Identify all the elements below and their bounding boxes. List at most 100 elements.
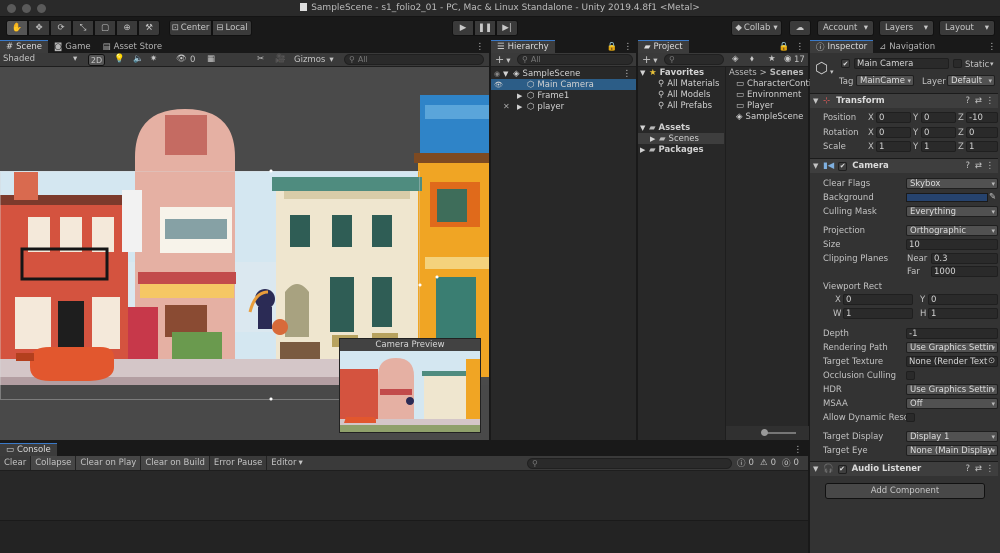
viewport-x-field[interactable]: 0 <box>843 294 913 305</box>
help-icon[interactable]: ? <box>965 161 970 171</box>
tab-project[interactable]: ▰ Project <box>638 40 689 53</box>
favorite-item[interactable]: ⚲ All Materials <box>638 78 724 89</box>
rotation-y-field[interactable]: 0 <box>921 127 956 138</box>
rect-tool-button[interactable]: ▢ <box>94 20 116 36</box>
transform-tool-button[interactable]: ⊕ <box>116 20 138 36</box>
console-clear-button[interactable]: Clear <box>0 456 32 470</box>
create-dropdown[interactable]: + ▾ <box>642 53 658 66</box>
hdr-dropdown[interactable]: Use Graphics Settin <box>906 384 998 395</box>
layout-dropdown[interactable]: Layout ▾ <box>939 20 995 36</box>
favorite-item[interactable]: ⚲ All Models <box>638 89 724 100</box>
panel-menu-icon[interactable]: ⋮ <box>988 40 997 53</box>
target-display-dropdown[interactable]: Display 1 <box>906 431 998 442</box>
create-dropdown[interactable]: + ▾ <box>495 53 511 66</box>
hidden-packages-icon[interactable]: ◉ <box>784 54 791 64</box>
error-icon[interactable]: ⓪ <box>782 457 791 469</box>
lock-icon[interactable]: 🔒 <box>779 40 790 53</box>
panel-menu-icon[interactable]: ⋮ <box>794 443 803 456</box>
tab-scene[interactable]: # Scene <box>0 40 49 53</box>
hierarchy-search-input[interactable]: ⚲ All <box>517 54 633 65</box>
console-clear-on-build-button[interactable]: Clear on Build <box>141 456 210 470</box>
custom-tool-button[interactable]: ⚒ <box>138 20 160 36</box>
object-picker-icon[interactable]: ⊙ <box>988 356 995 366</box>
hierarchy-item-main-camera[interactable]: 👁 ⬡ Main Camera <box>491 79 636 90</box>
file-item[interactable]: ◈ SampleScene <box>726 111 808 122</box>
hierarchy-item-player[interactable]: ✕ ▶ ⬡ player <box>491 101 636 112</box>
project-search-input[interactable]: ⚲ <box>664 54 724 65</box>
tab-console[interactable]: ▭ Console <box>0 443 57 456</box>
layer-dropdown[interactable]: Default <box>947 75 995 86</box>
viewport-w-field[interactable]: 1 <box>843 308 913 319</box>
info-icon[interactable]: ⓘ <box>737 457 746 469</box>
chevron-down-icon[interactable]: ▼ <box>503 70 513 78</box>
lock-icon[interactable]: 🔒 <box>607 40 618 53</box>
pause-button[interactable]: ❚❚ <box>474 20 496 36</box>
position-x-field[interactable]: 0 <box>876 112 911 123</box>
console-search-input[interactable]: ⚲ <box>527 458 732 469</box>
rotation-z-field[interactable]: 0 <box>966 127 998 138</box>
console-error-pause-button[interactable]: Error Pause <box>210 456 268 470</box>
slider-handle[interactable] <box>761 429 768 436</box>
favorite-item[interactable]: ⚲ All Prefabs <box>638 100 724 111</box>
audio-icon[interactable]: 🔈 <box>133 54 144 64</box>
occlusion-culling-checkbox[interactable] <box>906 371 915 380</box>
object-name-field[interactable]: Main Camera <box>854 58 949 69</box>
tag-dropdown[interactable]: MainCame <box>856 75 914 86</box>
warning-icon[interactable]: ⚠ <box>760 458 768 468</box>
audio-listener-header[interactable]: ▼ 🎧 ✔ Audio Listener ? ⇄ ⋮ <box>810 461 998 476</box>
scene-viewport[interactable]: Camera Preview <box>0 67 489 440</box>
presets-icon[interactable]: ⇄ <box>975 96 982 106</box>
audio-listener-enabled-checkbox[interactable]: ✔ <box>837 464 847 474</box>
tab-hierarchy[interactable]: ☰ Hierarchy <box>491 40 555 53</box>
component-menu-icon[interactable]: ⋮ <box>986 161 995 171</box>
hierarchy-item-samplescene[interactable]: ◉ ▼ ◈ SampleScene ⋮ <box>491 68 636 79</box>
layers-dropdown[interactable]: Layers ▾ <box>879 20 934 36</box>
background-color-field[interactable] <box>906 193 988 202</box>
far-field[interactable]: 1000 <box>931 266 998 277</box>
visibility-icon[interactable]: 👁 <box>176 54 187 64</box>
chevron-right-icon[interactable]: ▶ <box>517 92 527 100</box>
cloud-button[interactable]: ☁ <box>789 20 811 36</box>
position-y-field[interactable]: 0 <box>921 112 956 123</box>
console-collapse-button[interactable]: Collapse <box>31 456 77 470</box>
tools-icon[interactable]: ✂ <box>257 54 264 64</box>
add-component-button[interactable]: Add Component <box>825 483 985 499</box>
clear-flags-dropdown[interactable]: Skybox <box>906 178 998 189</box>
position-z-field[interactable]: -10 <box>966 112 998 123</box>
eye-icon[interactable]: 👁 <box>494 81 503 89</box>
play-button[interactable]: ▶ <box>452 20 474 36</box>
scale-y-field[interactable]: 1 <box>921 141 956 152</box>
camera-enabled-checkbox[interactable]: ✔ <box>838 161 848 171</box>
account-dropdown[interactable]: Account ▾ <box>817 20 874 36</box>
packages-folder[interactable]: ▶ ▰ Packages <box>638 144 724 155</box>
culling-mask-dropdown[interactable]: Everything <box>906 206 998 217</box>
panel-menu-icon[interactable]: ⋮ <box>796 40 805 53</box>
pivot-mode-button[interactable]: ⊡ Center <box>169 20 212 36</box>
breadcrumb-current[interactable]: Scenes <box>770 68 804 78</box>
rendering-path-dropdown[interactable]: Use Graphics Settin <box>906 342 998 353</box>
depth-field[interactable]: -1 <box>906 328 998 339</box>
hand-tool-button[interactable]: ✋ <box>6 20 28 36</box>
scene-visibility-icon[interactable]: ◉ <box>494 70 500 78</box>
favorites-folder[interactable]: ▼ ★ Favorites <box>638 67 724 78</box>
step-button[interactable]: ▶| <box>496 20 518 36</box>
effects-icon[interactable]: ✷ <box>150 54 157 64</box>
collab-button[interactable]: ◆ Collab ▾ <box>731 20 782 36</box>
help-icon[interactable]: ? <box>965 464 970 474</box>
scene-search-input[interactable]: ⚲ All <box>344 54 484 65</box>
icon-dropdown-icon[interactable]: ▾ <box>830 68 834 76</box>
help-icon[interactable]: ? <box>965 96 970 106</box>
gizmos-dropdown[interactable]: Gizmos ▾ <box>294 55 334 65</box>
hierarchy-item-frame1[interactable]: ▶ ⬡ Frame1 <box>491 90 636 101</box>
pivot-space-button[interactable]: ⊟ Local <box>212 20 252 36</box>
shading-mode-dropdown[interactable]: Shaded ▾ <box>3 54 77 64</box>
panel-menu-icon[interactable]: ⋮ <box>476 40 485 53</box>
chevron-down-icon[interactable]: ▾ <box>990 60 994 68</box>
msaa-dropdown[interactable]: Off <box>906 398 998 409</box>
tab-game[interactable]: ◙ Game <box>48 40 97 53</box>
rotation-x-field[interactable]: 0 <box>876 127 911 138</box>
component-menu-icon[interactable]: ⋮ <box>986 464 995 474</box>
eyedropper-icon[interactable]: ✎ <box>989 192 996 202</box>
console-clear-on-play-button[interactable]: Clear on Play <box>76 456 142 470</box>
viewport-y-field[interactable]: 0 <box>928 294 998 305</box>
